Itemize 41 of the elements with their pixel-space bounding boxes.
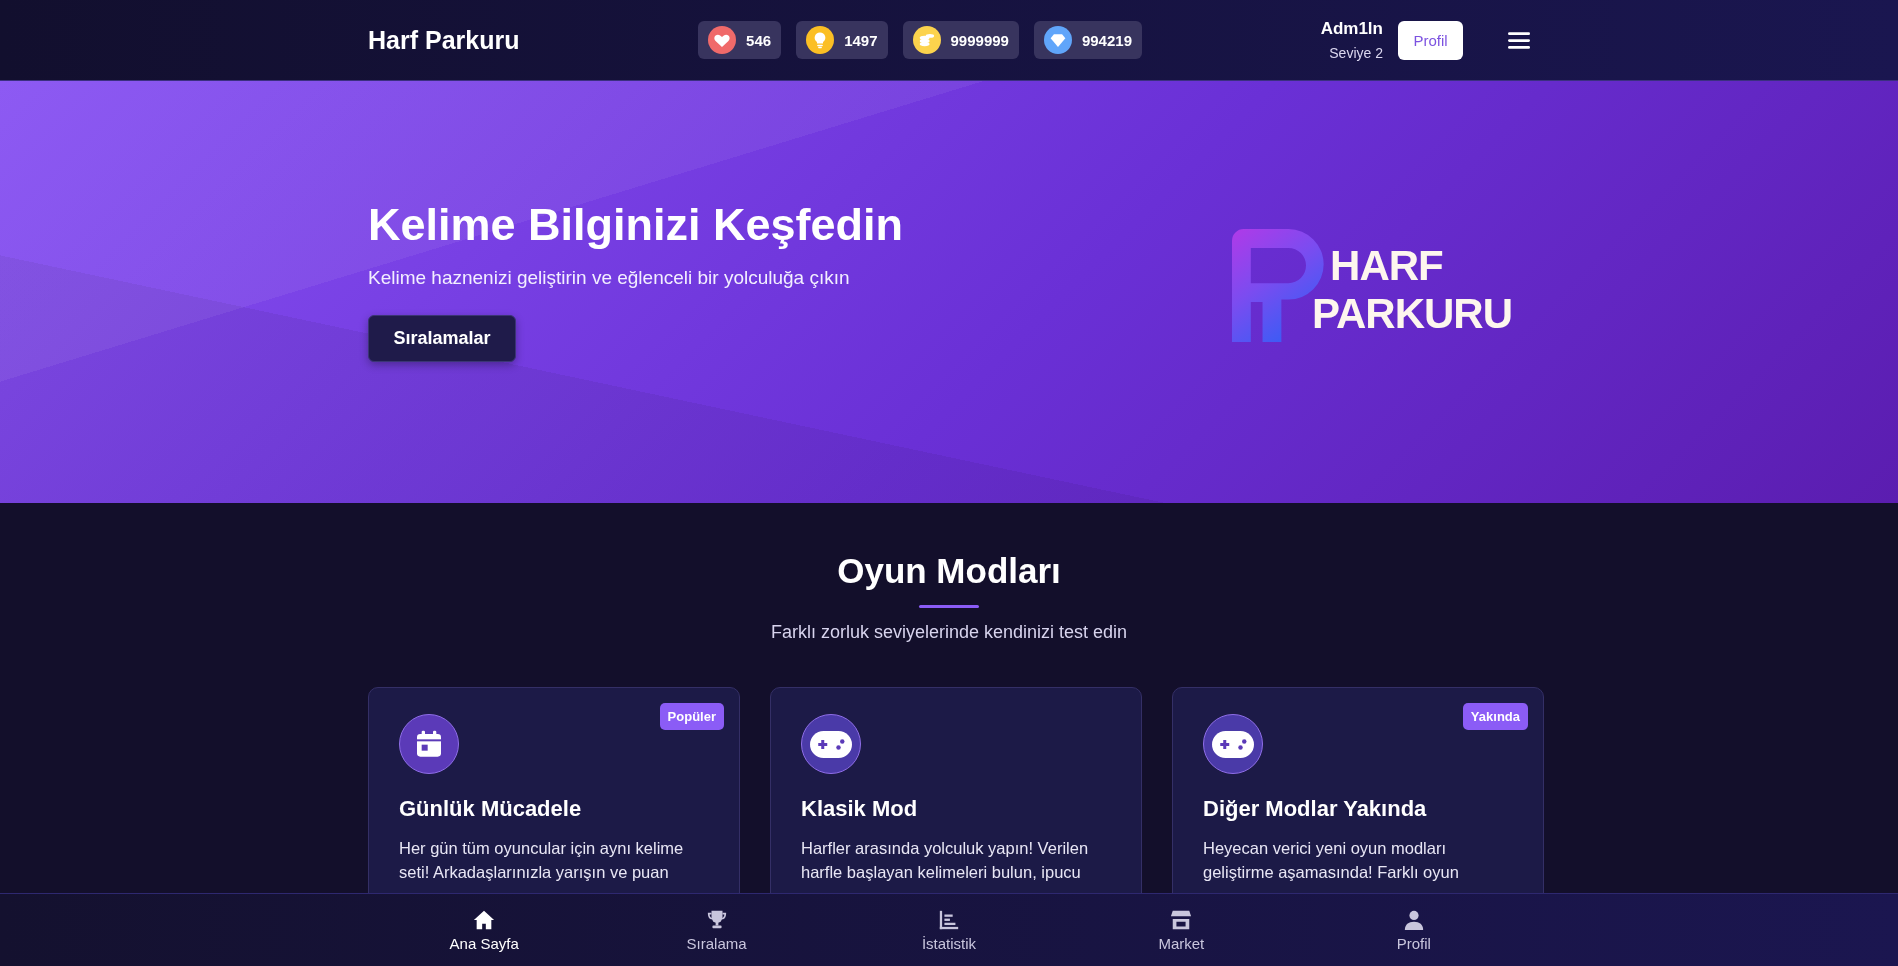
section-subtitle: Farklı zorluk seviyelerinde kendinizi test edin: [770, 622, 1128, 643]
trophy-icon: [705, 908, 728, 931]
mode-card[interactable]: Klasik Mod Harfler arasında yolculuk yapın! Verilen harfle başlayan kelimeleri bulun, ipucu: [770, 687, 1142, 893]
nav-item[interactable]: Ana Sayfa: [414, 908, 555, 952]
card-title: Klasik Mod: [801, 796, 919, 822]
hero-title: Kelime Bilginizi Keşfedin: [368, 198, 904, 251]
store-icon: [1170, 908, 1193, 931]
card-badge: Yakında: [1462, 703, 1528, 730]
card-badge: Popüler: [659, 703, 724, 730]
username: Adm1ln: [1320, 19, 1383, 39]
rankings-button[interactable]: Sıralamalar: [368, 314, 516, 362]
gamepad-icon: [1212, 730, 1254, 758]
menu-icon[interactable]: [1508, 30, 1530, 50]
card-title: Günlük Mücadele: [399, 796, 583, 822]
user-icon: [1402, 908, 1425, 931]
nav-item[interactable]: Market: [1111, 908, 1252, 952]
gamepad-icon: [810, 730, 852, 758]
stat-value: 9999999: [950, 31, 1009, 49]
card-description: Her gün tüm oyuncular için aynı kelime seti! Arkadaşlarınızla yarışın ve puan: [399, 838, 685, 883]
user-level: Seviye 2: [1329, 45, 1383, 61]
hero-subtitle: Kelime haznenizi geliştirin ve eğlenceli bir yolculuğa çıkın: [368, 266, 851, 289]
nav-item[interactable]: Sıralama: [646, 908, 787, 952]
chart-icon: [937, 908, 960, 931]
home-icon: [473, 908, 496, 931]
logo-text: HARF: [1330, 244, 1444, 287]
card-title: Diğer Modlar Yakında: [1203, 796, 1428, 822]
card-description: Harfler arasında yolculuk yapın! Verilen harfle başlayan kelimeleri bulun, ipucu: [801, 838, 1090, 883]
stat-value: 1497: [844, 31, 878, 49]
coins-icon: [912, 26, 941, 54]
card-description: Heyecan verici yeni oyun modları geliştirme aşamasında! Farklı oyun: [1203, 838, 1460, 883]
stat-value: 546: [746, 31, 772, 49]
profile-button[interactable]: Profil: [1398, 20, 1463, 60]
mode-card[interactable]: Yakında Diğer Modlar Yakında Heyecan verici yeni oyun modları geliştirme aşamasında! Farklı oyun: [1172, 687, 1544, 893]
bulb-icon: [806, 26, 835, 54]
site-title: Harf Parkuru: [368, 25, 520, 55]
mode-card[interactable]: Popüler Günlük Mücadele Her gün tüm oyuncular için aynı kelime seti! Arkadaşlarınızla yarışın ve puan: [368, 687, 740, 893]
logo-text: PARKURU: [1312, 292, 1512, 335]
nav-item[interactable]: İstatistik: [878, 908, 1019, 952]
nav-item[interactable]: Profil: [1343, 908, 1484, 952]
section-title: Oyun Modları: [837, 551, 1061, 591]
stat-value: 994219: [1081, 31, 1132, 49]
